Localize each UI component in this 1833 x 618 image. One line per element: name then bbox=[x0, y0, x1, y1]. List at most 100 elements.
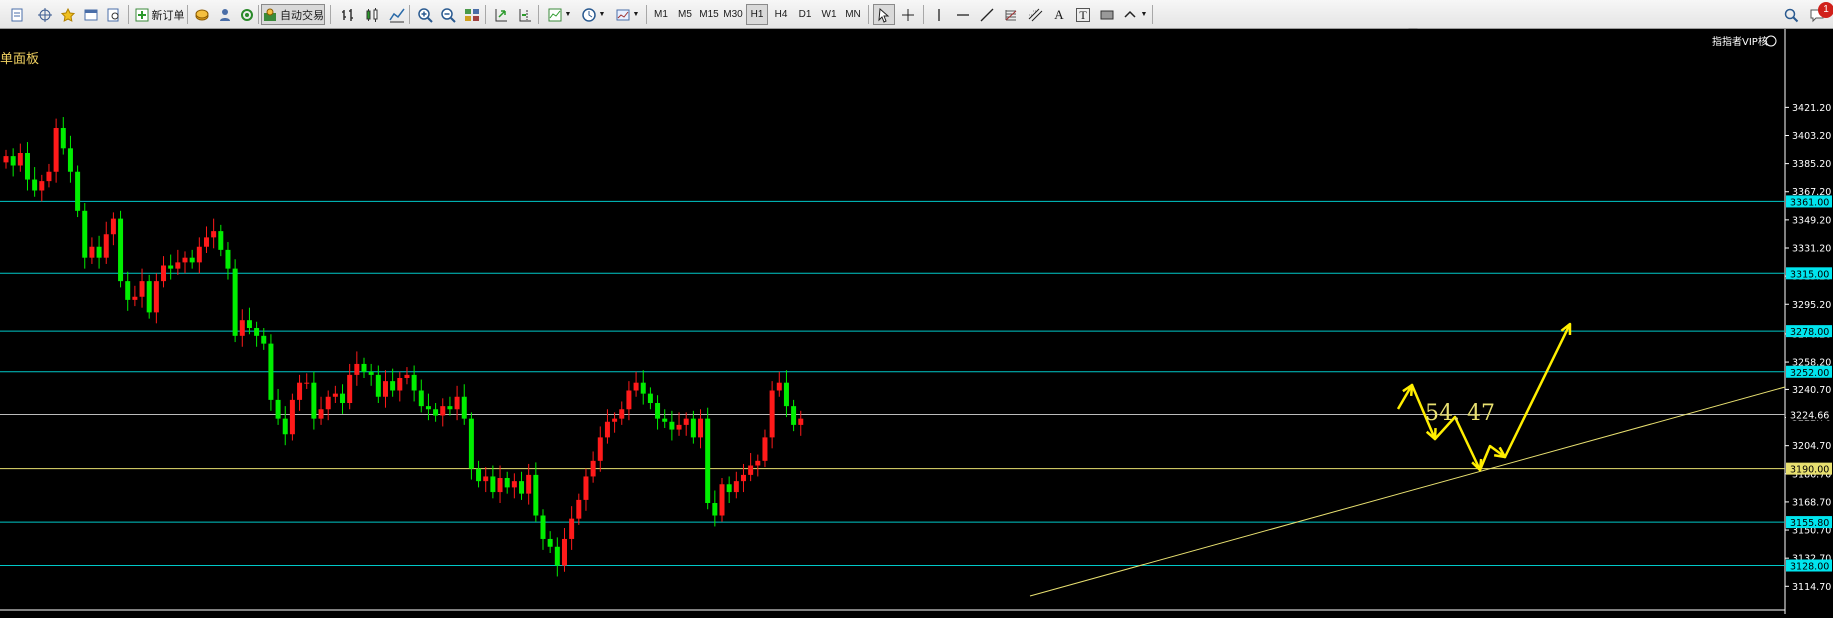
favorites-button[interactable] bbox=[57, 4, 79, 25]
timeframe-button-m30[interactable]: M30 bbox=[722, 4, 744, 25]
zoom-out-icon bbox=[440, 7, 456, 23]
price-tick-label: 3421.20 bbox=[1792, 103, 1831, 114]
candle-body bbox=[740, 474, 746, 482]
candle-body bbox=[161, 265, 167, 282]
channel-button[interactable] bbox=[1024, 4, 1046, 25]
zoom-in-button[interactable] bbox=[414, 4, 436, 25]
bar-chart-icon bbox=[340, 7, 356, 23]
candle-body bbox=[476, 468, 482, 482]
candle-body bbox=[3, 156, 9, 163]
fibonacci-button[interactable] bbox=[1000, 4, 1022, 25]
price-tick-label: 3168.70 bbox=[1792, 497, 1831, 508]
signal-button[interactable] bbox=[236, 4, 258, 25]
new-order-icon bbox=[134, 7, 150, 23]
zoom-out-button[interactable] bbox=[437, 4, 459, 25]
candle-body bbox=[461, 396, 467, 419]
candle-body bbox=[297, 382, 303, 400]
zoom-in-icon bbox=[417, 7, 433, 23]
crosshair-icon bbox=[37, 7, 53, 23]
vertical-line-button[interactable] bbox=[928, 4, 950, 25]
search-button[interactable] bbox=[1780, 4, 1802, 25]
candle-body bbox=[189, 257, 195, 263]
timeframe-label: H1 bbox=[750, 9, 764, 20]
trendline-button[interactable] bbox=[976, 4, 998, 25]
candle-body bbox=[604, 421, 610, 438]
candle-body bbox=[289, 399, 295, 435]
candle-body bbox=[203, 237, 209, 247]
timeframe-button-h1[interactable]: H1 bbox=[746, 4, 768, 25]
timeframe-button-w1[interactable]: W1 bbox=[818, 4, 840, 25]
crosshair-button[interactable] bbox=[34, 4, 56, 25]
candle-body bbox=[783, 382, 789, 407]
periods-button[interactable]: ▼ bbox=[578, 4, 608, 25]
candle-body bbox=[232, 268, 238, 336]
candle-body bbox=[490, 476, 496, 493]
candle-body bbox=[311, 382, 317, 419]
panel-title: 单面板 bbox=[0, 52, 40, 67]
candle-body bbox=[318, 409, 324, 419]
annotation-text: 54. 47 bbox=[1425, 401, 1495, 426]
data-button[interactable] bbox=[191, 4, 213, 25]
candle-body bbox=[17, 152, 23, 166]
chat-button[interactable]: 1 bbox=[1806, 2, 1833, 25]
cursor-button[interactable] bbox=[873, 4, 895, 25]
price-tick-label: 3114.70 bbox=[1792, 582, 1831, 593]
timeframe-button-d1[interactable]: D1 bbox=[794, 4, 816, 25]
candle-body bbox=[497, 478, 503, 493]
candle-body bbox=[332, 393, 338, 397]
chart-area[interactable]: 3421.20 3403.20 3385.20 3367.20 3349.20 3331.… bbox=[0, 29, 1833, 614]
timeframe-button-m15[interactable]: M15 bbox=[698, 4, 720, 25]
zoom-window-button[interactable] bbox=[103, 4, 125, 25]
candle-body bbox=[411, 374, 417, 391]
text-button[interactable]: A bbox=[1048, 4, 1070, 25]
toolbar-separator bbox=[187, 5, 188, 24]
line-chart-button[interactable] bbox=[386, 4, 408, 25]
new-order-button[interactable]: 新订单 bbox=[133, 4, 185, 25]
new-order-label: 新订单 bbox=[151, 9, 185, 22]
level-label: 3128.00 bbox=[1790, 562, 1829, 573]
rectangle-button[interactable] bbox=[1096, 4, 1118, 25]
text-label-icon: T bbox=[1076, 7, 1090, 22]
auto-scroll-button[interactable] bbox=[490, 4, 512, 25]
templates-menu-button[interactable]: ▼ bbox=[612, 4, 642, 25]
text-label-button[interactable]: T bbox=[1072, 4, 1094, 25]
candle-body bbox=[519, 481, 525, 494]
timeframe-button-m1[interactable]: M1 bbox=[650, 4, 672, 25]
candle-body bbox=[633, 382, 639, 391]
new-chart-button[interactable] bbox=[6, 4, 28, 25]
timeframe-button-h4[interactable]: H4 bbox=[770, 4, 792, 25]
timeframe-button-mn[interactable]: MN bbox=[842, 4, 864, 25]
auto-trading-button[interactable]: 自动交易 bbox=[261, 4, 325, 25]
candle-body bbox=[733, 481, 739, 493]
tile-windows-button[interactable] bbox=[461, 4, 483, 25]
candlestick-icon bbox=[364, 7, 380, 23]
timeframe-label: H4 bbox=[774, 9, 788, 20]
arrows-button[interactable]: ▼ bbox=[1120, 4, 1150, 25]
candle-body bbox=[425, 406, 431, 410]
cursor-icon bbox=[876, 7, 892, 23]
candle-body bbox=[60, 127, 66, 149]
candle-body bbox=[382, 381, 388, 397]
crosshair-tool-button[interactable] bbox=[897, 4, 919, 25]
price-tick-label: 3385.20 bbox=[1792, 159, 1831, 170]
horizontal-line-button[interactable] bbox=[952, 4, 974, 25]
auto-scroll-icon bbox=[493, 7, 509, 23]
data-icon bbox=[194, 7, 210, 23]
candle-body bbox=[655, 403, 661, 419]
search-icon bbox=[1783, 7, 1799, 23]
candle-body bbox=[390, 381, 396, 391]
indicators-button[interactable]: ▼ bbox=[544, 4, 574, 25]
candle-body bbox=[89, 246, 95, 258]
templates-button[interactable] bbox=[80, 4, 102, 25]
candle-body bbox=[468, 418, 474, 469]
timeframe-button-m5[interactable]: M5 bbox=[674, 4, 696, 25]
chart-shift-button[interactable] bbox=[514, 4, 536, 25]
candle-body bbox=[103, 234, 109, 258]
candle-body bbox=[504, 478, 510, 488]
candlestick-button[interactable] bbox=[361, 4, 383, 25]
level-label: 3224.66 bbox=[1790, 410, 1829, 421]
bar-chart-button[interactable] bbox=[337, 4, 359, 25]
timeframe-label: M15 bbox=[699, 9, 719, 20]
profile-button[interactable] bbox=[214, 4, 236, 25]
candle-body bbox=[433, 409, 439, 416]
